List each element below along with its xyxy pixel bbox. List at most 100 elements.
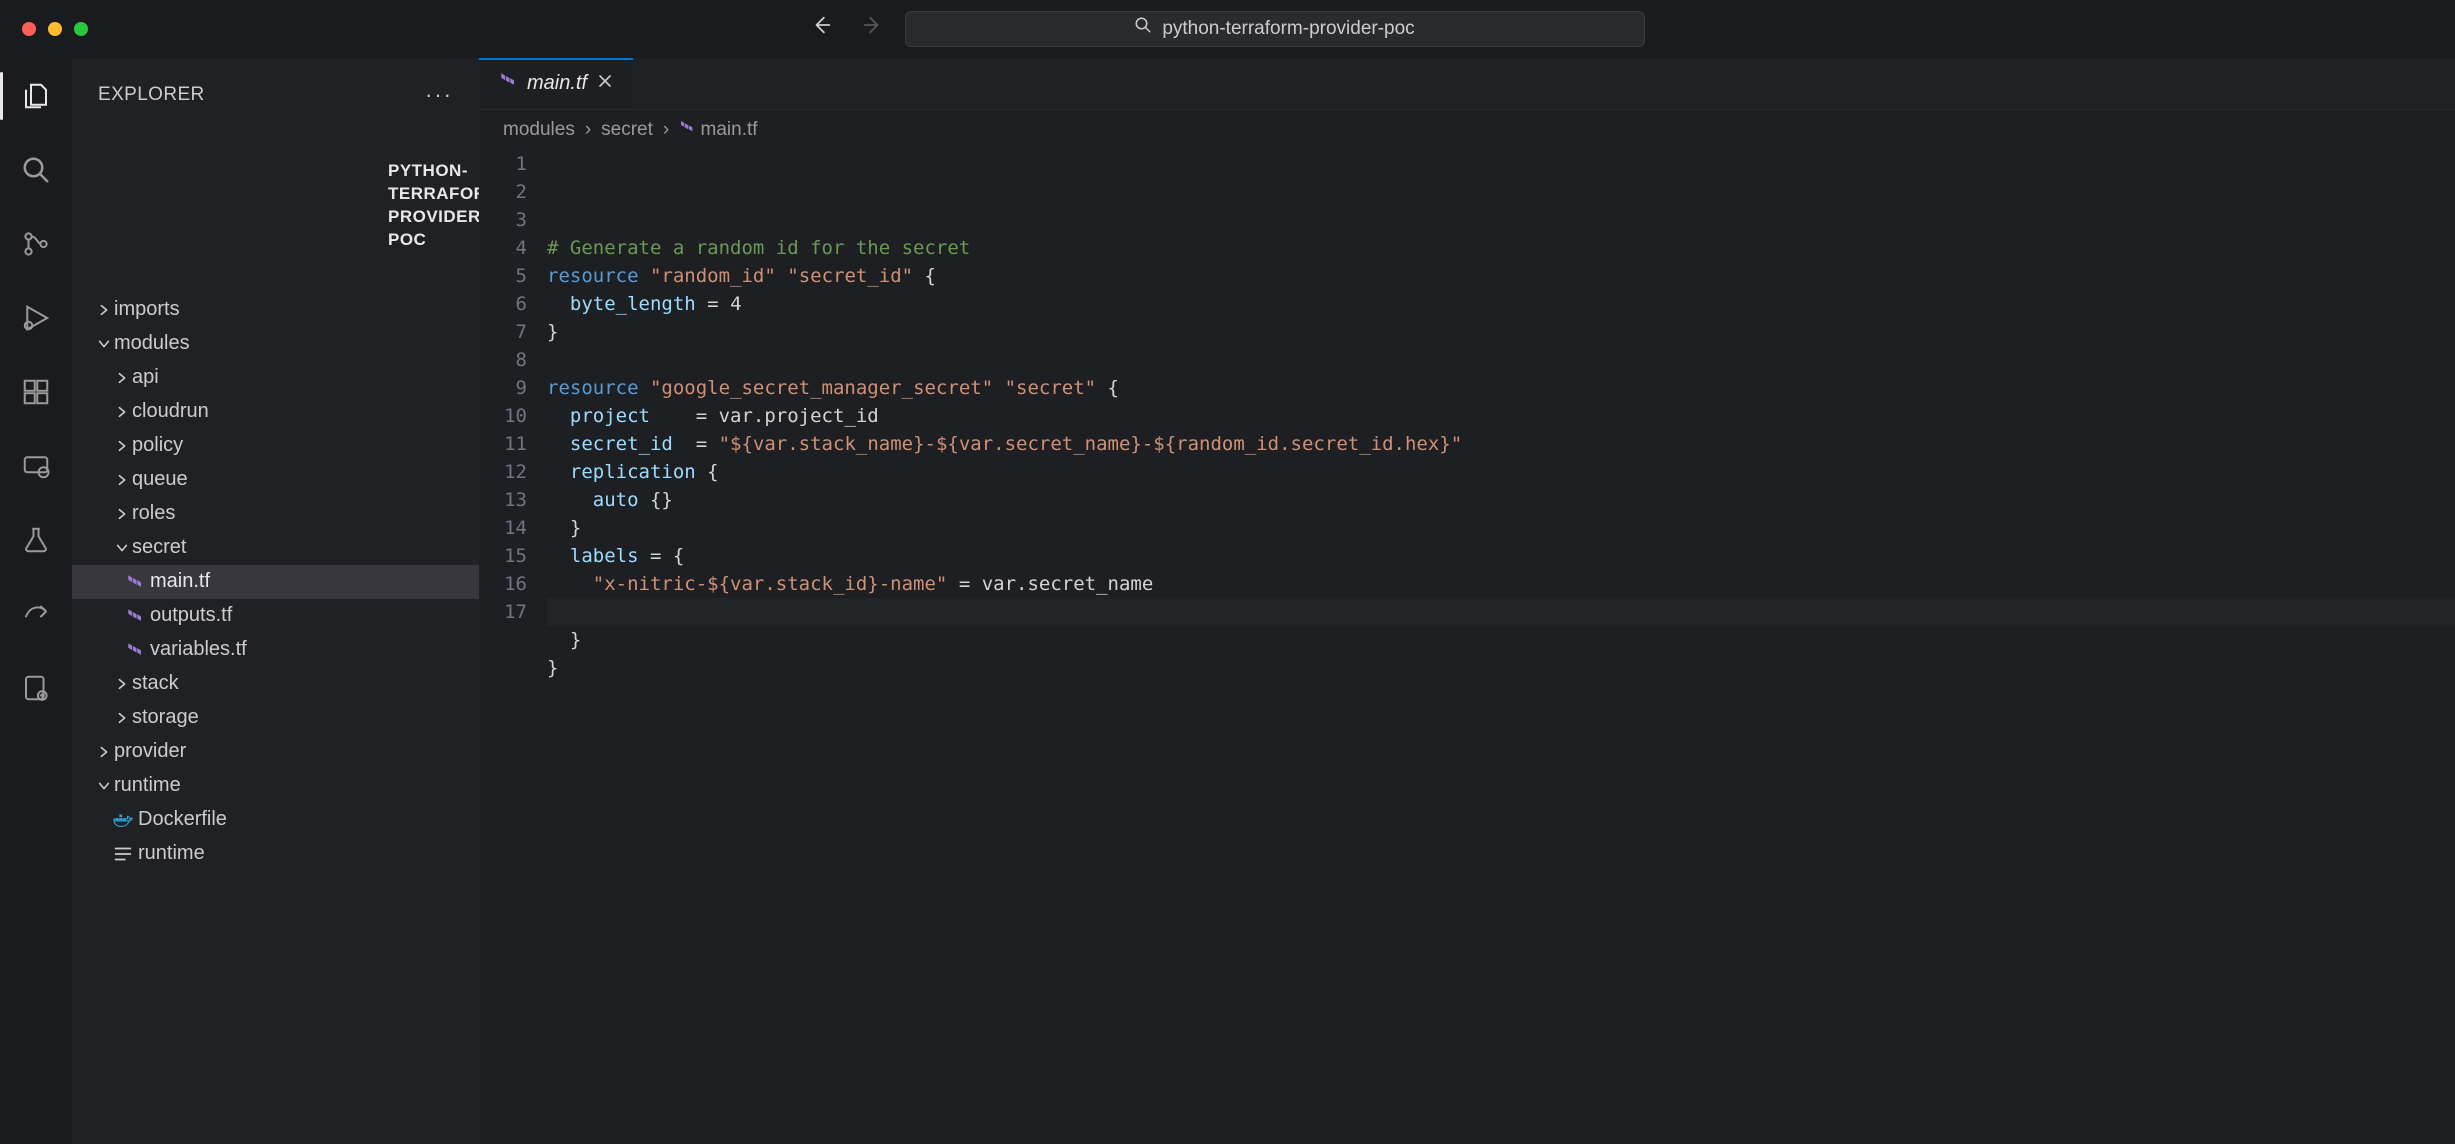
breadcrumb-item[interactable]: modules — [503, 117, 575, 143]
folder-item[interactable]: modules — [72, 327, 479, 361]
folder-item[interactable]: api — [72, 361, 479, 395]
code-line[interactable]: } — [547, 626, 2455, 654]
line-number: 5 — [479, 262, 527, 290]
traffic-lights — [22, 22, 88, 36]
line-number: 2 — [479, 178, 527, 206]
code-line[interactable]: replication { — [547, 458, 2455, 486]
folder-item[interactable]: storage — [72, 701, 479, 735]
item-label: policy — [132, 432, 469, 459]
sidebar-more-button[interactable]: ··· — [425, 80, 459, 110]
code-line[interactable]: labels = { — [547, 542, 2455, 570]
code[interactable]: # Generate a random id for the secretres… — [547, 150, 2455, 1144]
folder-item[interactable]: secret — [72, 531, 479, 565]
item-label: runtime — [138, 840, 469, 867]
code-line[interactable]: "x-nitric-${var.stack_id}-name" = var.se… — [547, 570, 2455, 598]
breadcrumbs[interactable]: modules›secret› main.tf — [479, 110, 2455, 150]
activity-bar — [0, 58, 72, 1144]
line-number: 17 — [479, 598, 527, 626]
command-center[interactable]: python-terraform-provider-poc — [905, 11, 1645, 47]
code-line[interactable] — [547, 682, 2455, 710]
chevron-down-icon — [94, 779, 114, 793]
breadcrumb-item[interactable]: main.tf — [679, 117, 757, 143]
editor-tab[interactable]: main.tf — [479, 58, 633, 109]
code-line[interactable]: # Generate a random id for the secret — [547, 234, 2455, 262]
file-icon — [112, 779, 134, 929]
extensions-icon[interactable] — [0, 364, 72, 420]
chevron-right-icon: › — [663, 117, 669, 143]
folder-item[interactable]: policy — [72, 429, 479, 463]
remote-icon[interactable] — [0, 438, 72, 494]
item-label: provider — [114, 738, 469, 765]
chevron-right-icon — [112, 473, 132, 487]
folder-item[interactable]: roles — [72, 497, 479, 531]
editor: main.tf modules›secret› main.tf 12345678… — [479, 58, 2455, 1144]
nav-back-button[interactable] — [811, 14, 833, 44]
folder-item[interactable]: stack — [72, 667, 479, 701]
line-number: 10 — [479, 402, 527, 430]
search-icon[interactable] — [0, 142, 72, 198]
chevron-down-icon — [94, 337, 114, 351]
item-label: runtime — [114, 772, 469, 799]
item-label: cloudrun — [132, 398, 469, 425]
folder-item[interactable]: imports — [72, 293, 479, 327]
search-icon — [1134, 16, 1152, 42]
window: python-terraform-provider-poc EXPLORER ·… — [0, 0, 2455, 1144]
code-line[interactable]: } — [547, 514, 2455, 542]
tab-close-button[interactable] — [597, 71, 613, 97]
line-number: 15 — [479, 542, 527, 570]
code-line[interactable] — [547, 346, 2455, 374]
chevron-down-icon — [112, 541, 132, 555]
line-number: 13 — [479, 486, 527, 514]
folder-item[interactable]: queue — [72, 463, 479, 497]
share-icon[interactable] — [0, 586, 72, 642]
item-label: Dockerfile — [138, 806, 469, 833]
file-item[interactable]: main.tf — [72, 565, 479, 599]
settings-icon[interactable] — [0, 660, 72, 716]
explorer-icon[interactable] — [0, 68, 72, 124]
folder-item[interactable]: cloudrun — [72, 395, 479, 429]
line-number: 9 — [479, 374, 527, 402]
command-center-title: python-terraform-provider-poc — [1162, 16, 1414, 42]
sidebar-section-header[interactable]: PYTHON-TERRAFORM-PROVIDER-POC — [72, 120, 479, 293]
chevron-right-icon — [112, 507, 132, 521]
item-label: outputs.tf — [150, 602, 469, 629]
file-tree: imports modules api cloudrun policy queue role… — [72, 293, 479, 881]
line-number: 6 — [479, 290, 527, 318]
code-line[interactable]: } — [547, 318, 2455, 346]
item-label: roles — [132, 500, 469, 527]
sidebar-title: EXPLORER — [98, 82, 205, 108]
item-label: modules — [114, 330, 469, 357]
file-item[interactable]: runtime — [72, 837, 479, 871]
gutter: 1234567891011121314151617 — [479, 150, 547, 1144]
window-close-button[interactable] — [22, 22, 36, 36]
file-item[interactable]: outputs.tf — [72, 599, 479, 633]
code-line[interactable]: byte_length = 4 — [547, 290, 2455, 318]
breadcrumb-label: main.tf — [701, 119, 758, 140]
scm-icon[interactable] — [0, 216, 72, 272]
chevron-right-icon — [112, 711, 132, 725]
code-line[interactable]: secret_id = "${var.stack_name}-${var.sec… — [547, 430, 2455, 458]
debug-icon[interactable] — [0, 290, 72, 346]
testing-icon[interactable] — [0, 512, 72, 568]
code-line[interactable]: project = var.project_id — [547, 402, 2455, 430]
nav-forward-button[interactable] — [861, 14, 883, 44]
chevron-right-icon — [94, 745, 114, 759]
line-number: 14 — [479, 514, 527, 542]
code-line[interactable]: resource "random_id" "secret_id" { — [547, 262, 2455, 290]
file-item[interactable]: variables.tf — [72, 633, 479, 667]
terraform-icon — [124, 607, 146, 625]
cursor-line — [547, 598, 2455, 626]
line-number: 1 — [479, 150, 527, 178]
terraform-icon — [499, 71, 517, 97]
code-line[interactable]: resource "google_secret_manager_secret" … — [547, 374, 2455, 402]
editor-tabs: main.tf — [479, 58, 2455, 110]
code-line[interactable]: } — [547, 654, 2455, 682]
editor-body[interactable]: 1234567891011121314151617 # Generate a r… — [479, 150, 2455, 1144]
window-zoom-button[interactable] — [74, 22, 88, 36]
item-label: storage — [132, 704, 469, 731]
code-line[interactable]: auto {} — [547, 486, 2455, 514]
line-number: 7 — [479, 318, 527, 346]
breadcrumb-item[interactable]: secret — [601, 117, 653, 143]
terraform-icon — [124, 573, 146, 591]
window-minimize-button[interactable] — [48, 22, 62, 36]
